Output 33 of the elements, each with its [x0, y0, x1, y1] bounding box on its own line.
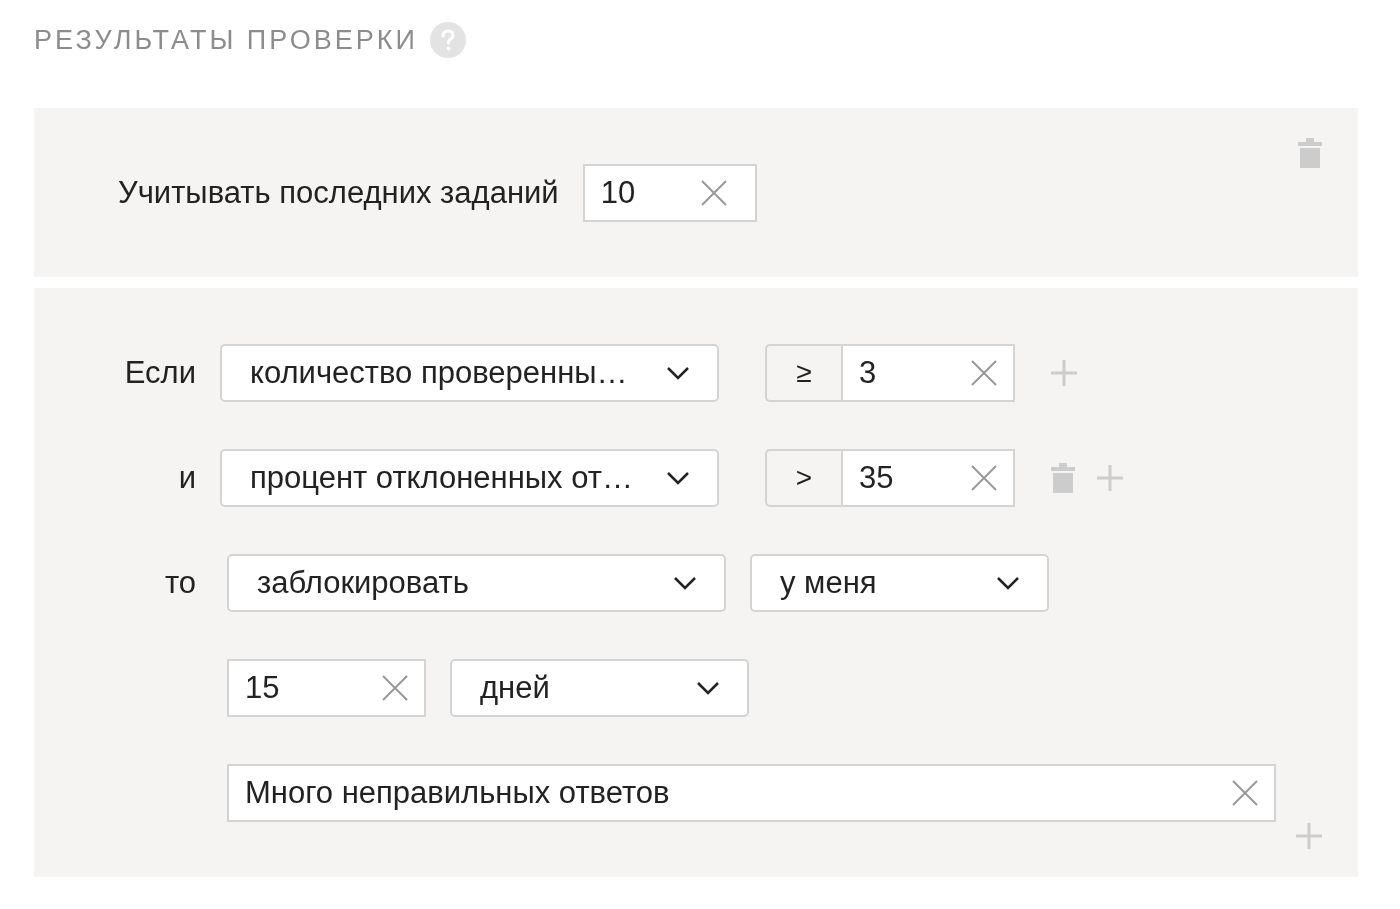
chevron-icon	[674, 576, 696, 590]
reason-input[interactable]: Много неправильных ответов	[227, 764, 1276, 822]
history-label: Учитывать последних заданий	[118, 175, 559, 211]
chevron-icon	[667, 471, 689, 485]
clear-icon[interactable]	[700, 180, 727, 206]
add-icon[interactable]	[1051, 360, 1077, 386]
chevron-icon	[697, 681, 719, 695]
help-icon[interactable]	[429, 22, 466, 58]
connector-label: и	[177, 460, 196, 496]
chevron-icon	[997, 576, 1019, 590]
threshold-input[interactable]: 3	[841, 344, 1015, 402]
clear-icon[interactable]	[971, 360, 997, 386]
delete-icon[interactable]	[1298, 138, 1322, 168]
unit-dropdown[interactable]: дней	[450, 659, 749, 717]
clear-icon[interactable]	[382, 675, 408, 701]
connector-label: Если	[123, 355, 196, 391]
connector-label: то	[163, 565, 196, 601]
condition-dropdown[interactable]: количество проверенны…	[220, 344, 719, 402]
add-icon[interactable]	[1296, 823, 1322, 849]
operator-select[interactable]: >	[765, 449, 841, 507]
delete-icon[interactable]	[1051, 463, 1075, 493]
add-icon[interactable]	[1097, 465, 1123, 491]
duration-input[interactable]: 15	[227, 659, 426, 717]
section-title: РЕЗУЛЬТАТЫ ПРОВЕРКИ	[34, 24, 418, 56]
operator-select[interactable]: ≥	[765, 344, 841, 402]
scope-dropdown[interactable]: у меня	[750, 554, 1049, 612]
clear-icon[interactable]	[971, 465, 997, 491]
action-dropdown[interactable]: заблокировать	[227, 554, 726, 612]
condition-dropdown[interactable]: процент отклоненных от…	[220, 449, 719, 507]
history-input[interactable]: 10	[582, 164, 757, 222]
chevron-icon	[667, 366, 689, 380]
threshold-input[interactable]: 35	[841, 449, 1015, 507]
clear-icon[interactable]	[1232, 780, 1258, 806]
